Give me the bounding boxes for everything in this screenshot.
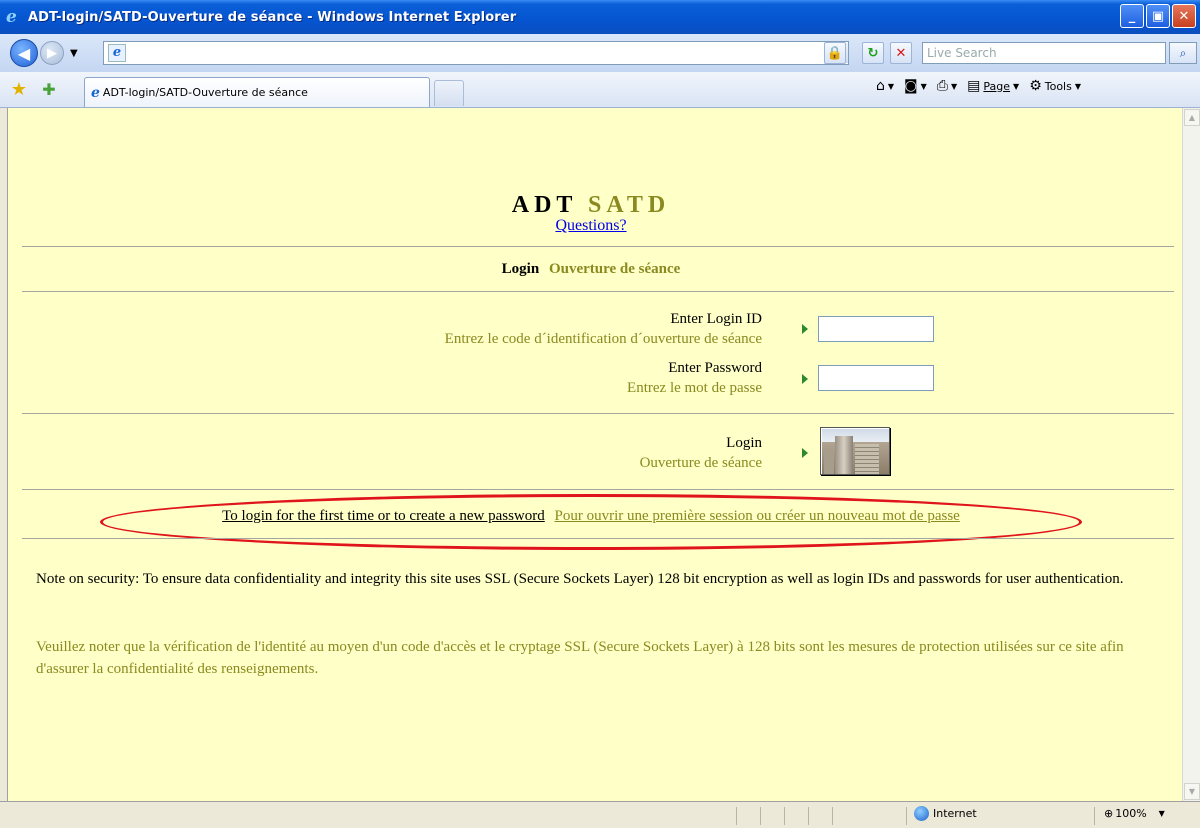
status-divider [1094,807,1095,825]
home-icon: ⌂ [876,78,885,94]
building-block [855,444,879,474]
tools-menu[interactable]: ⚙ Tools ▼ [1029,78,1081,94]
search-button[interactable]: ⌕ [1169,42,1197,64]
command-bar: ⌂ ▼ ◙ ▼ ⎙ ▼ ▤ Page ▼ ⚙ Tools ▼ [876,78,1081,94]
page-menu-label: Page [983,79,1011,93]
window-title-bar[interactable]: e ADT-login/SATD-Ouverture de séance - W… [0,0,1200,34]
login-id-label-fr: Entrez le code d´identification d´ouvert… [444,331,762,347]
tab-bar: ★ ✚ e ADT-login/SATD-Ouverture de séance… [0,72,1200,108]
close-button[interactable]: ✕ [1172,4,1196,28]
globe-icon [914,806,929,821]
window-left-frame [0,108,8,801]
tab-label: ADT-login/SATD-Ouverture de séance [102,86,308,99]
tools-menu-label: Tools [1044,79,1072,93]
login-button-label-en: Login [726,435,762,451]
status-divider [906,807,907,825]
highlight-ellipse [100,494,1082,550]
refresh-button[interactable]: ↻ [862,42,884,64]
status-bar: Internet ⊕ 100% ▼ [0,801,1200,828]
zoom-level: 100% [1115,807,1147,820]
stop-button[interactable]: ✕ [890,42,912,64]
password-label: Enter Password Entrez le mot de passe [627,358,762,398]
site-title-en: ADT [511,192,577,218]
home-button[interactable]: ⌂ ▼ [876,78,894,94]
login-button-label-fr: Ouverture de séance [639,455,762,471]
zoom-dropdown-icon[interactable]: ▼ [1159,809,1165,818]
password-arrow-icon [802,374,808,384]
login-id-label-en: Enter Login ID [670,311,762,327]
rss-feed-icon: ◙ [904,78,918,94]
address-input[interactable] [130,44,832,62]
status-divider [808,807,809,825]
status-divider [832,807,833,825]
window-controls: _ ▣ ✕ [1120,4,1196,28]
page-viewport: ADT SATD Questions? Login Ouverture de s… [8,108,1182,801]
password-input[interactable] [818,365,934,391]
print-button[interactable]: ⎙ ▼ [937,78,957,94]
login-id-arrow-icon [802,324,808,334]
status-divider [736,807,737,825]
security-zone[interactable]: Internet [914,806,977,821]
site-title: ADT SATD [8,192,1174,219]
login-arrow-icon [802,448,808,458]
zone-label: Internet [933,807,977,820]
scroll-down-icon[interactable]: ▼ [1184,783,1200,800]
back-button[interactable]: ◀ [10,39,38,67]
security-note-fr: Veuillez noter que la vérification de l'… [36,639,1124,677]
scroll-up-icon[interactable]: ▲ [1184,109,1200,126]
divider [22,538,1174,539]
divider [22,246,1174,247]
zoom-icon: ⊕ [1104,807,1114,820]
recent-pages-dropdown[interactable]: ▼ [70,48,78,59]
divider [22,489,1174,490]
questions-container: Questions? [8,217,1174,235]
building-tower [835,436,853,474]
minimize-button[interactable]: _ [1120,4,1144,28]
login-id-input[interactable] [818,316,934,342]
add-favorites-icon[interactable]: ✚ [38,79,60,101]
password-label-fr: Entrez le mot de passe [627,380,762,396]
questions-link[interactable]: Questions? [555,217,626,234]
status-divider [784,807,785,825]
maximize-button[interactable]: ▣ [1146,4,1170,28]
search-input[interactable]: Live Search [922,42,1166,64]
login-image-button[interactable] [820,427,890,475]
address-toolbar: ◀ ▶ ▼ e ▼ 🔒 ↻ ✕ Live Search ⌕ [0,34,1200,72]
divider [22,413,1174,414]
printer-icon: ⎙ [936,78,948,94]
site-title-fr: SATD [588,192,671,218]
forward-button[interactable]: ▶ [40,41,64,65]
login-heading: Login Ouverture de séance [8,261,1174,278]
tab-page-icon: e [91,84,100,101]
window-title: ADT-login/SATD-Ouverture de séance - Win… [28,9,517,25]
feeds-button[interactable]: ◙ ▼ [904,78,927,94]
login-heading-en: Login [501,261,540,277]
zoom-control[interactable]: ⊕ 100% ▼ [1104,807,1165,820]
page-favicon-icon: e [108,44,126,62]
page-menu[interactable]: ▤ Page ▼ [967,78,1019,94]
ie-logo-icon: e [6,7,17,27]
divider [22,291,1174,292]
status-divider [760,807,761,825]
password-label-en: Enter Password [668,360,762,376]
building-icon [824,450,834,474]
page-icon: ▤ [967,78,981,94]
login-button-label: Login Ouverture de séance [640,433,762,473]
lock-icon[interactable]: 🔒 [824,42,846,64]
vertical-scrollbar[interactable]: ▲ ▼ [1182,108,1200,801]
tab-active[interactable]: e ADT-login/SATD-Ouverture de séance [84,77,430,107]
security-note-en: Note on security: To ensure data confide… [36,571,1124,587]
login-id-label: Enter Login ID Entrez le code d´identifi… [445,309,762,349]
gear-icon: ⚙ [1029,78,1042,94]
address-bar[interactable]: e ▼ [103,41,849,65]
login-heading-fr: Ouverture de séance [548,261,681,277]
favorites-star-icon[interactable]: ★ [8,79,30,101]
new-tab-button[interactable] [434,80,464,106]
